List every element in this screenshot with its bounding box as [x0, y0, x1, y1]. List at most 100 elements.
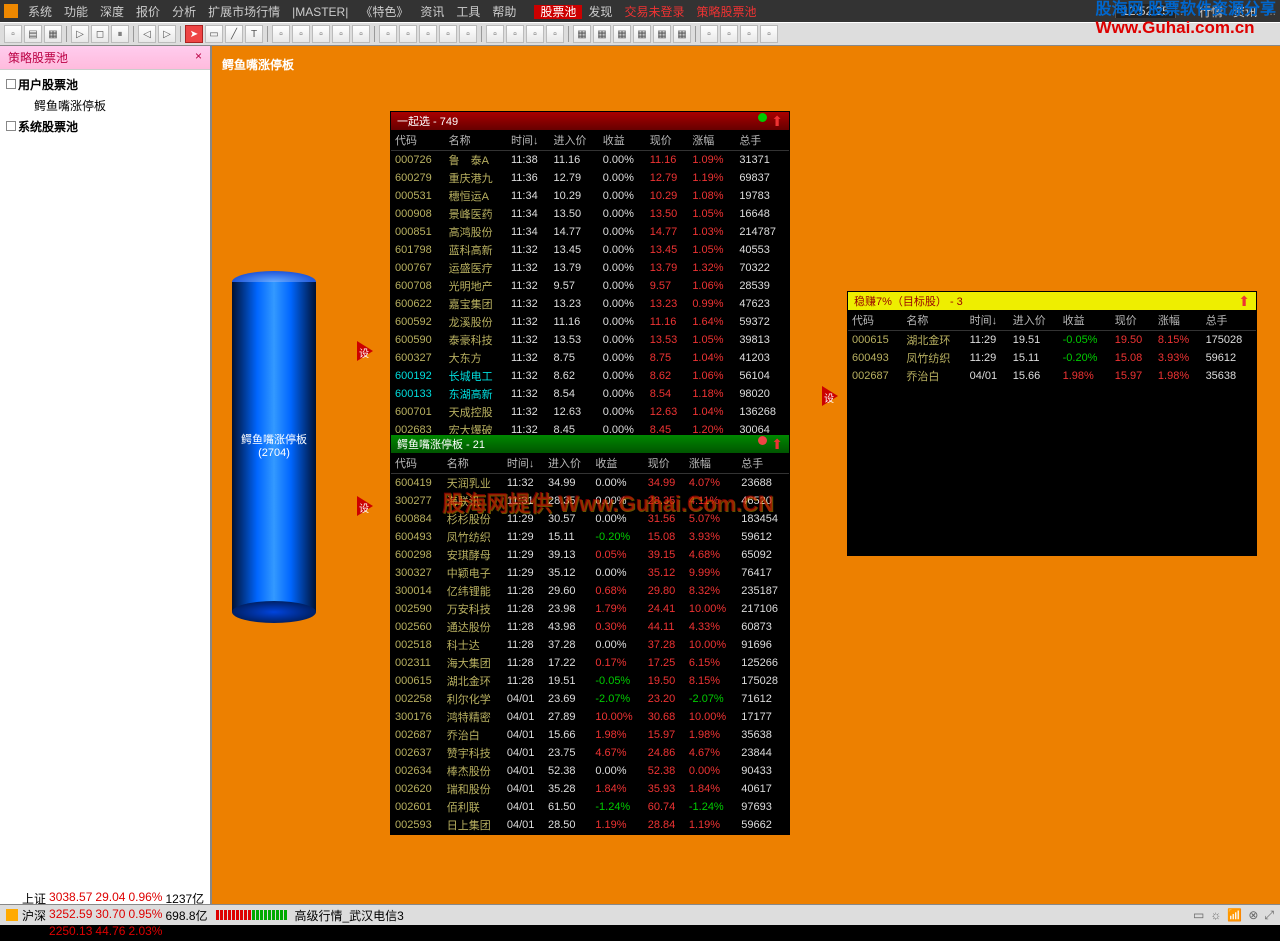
tool-j[interactable]: ▫: [459, 25, 477, 43]
table-row[interactable]: 600327大东方11:328.750.00%8.751.04%41203: [391, 349, 789, 367]
table-row[interactable]: 000531穗恒运A11:3410.290.00%10.291.08%19783: [391, 187, 789, 205]
tool-new[interactable]: ▫: [4, 25, 22, 43]
tool-n[interactable]: ▫: [546, 25, 564, 43]
table-row[interactable]: 600133东湖高新11:328.540.00%8.541.18%98020: [391, 385, 789, 403]
table-row[interactable]: 300277海联讯11:3128.350.00%28.354.11%46520: [391, 492, 789, 510]
table-row[interactable]: 000851高鸿股份11:3414.770.00%14.771.03%21478…: [391, 223, 789, 241]
col-header[interactable]: 时间↓: [507, 130, 550, 151]
col-header[interactable]: 名称: [443, 453, 503, 474]
arrow-up-icon[interactable]: ⬆: [1238, 293, 1250, 310]
tool-a[interactable]: ▫: [272, 25, 290, 43]
col-header[interactable]: 收益: [599, 130, 646, 151]
tool-m[interactable]: ▫: [526, 25, 544, 43]
tree-child-strategy[interactable]: 鳄鱼嘴涨停板: [4, 95, 206, 116]
table-row[interactable]: 002634棒杰股份04/0152.380.00%52.380.00%90433: [391, 762, 789, 780]
sb-sun-icon[interactable]: ☼: [1210, 908, 1221, 922]
table-row[interactable]: 600192长城电工11:328.620.00%8.621.06%56104: [391, 367, 789, 385]
col-header[interactable]: 名称: [445, 130, 507, 151]
table-row[interactable]: 000615湖北金环11:2919.51-0.05%19.508.15%1750…: [848, 331, 1256, 350]
sb-chat-icon[interactable]: ▭: [1193, 908, 1204, 922]
table-row[interactable]: 600493凤竹纺织11:2915.11-0.20%15.083.93%5961…: [391, 528, 789, 546]
arrow-up-icon[interactable]: ⬆: [771, 113, 783, 130]
connector-tri-3[interactable]: [822, 386, 838, 406]
tool-rect[interactable]: ▭: [205, 25, 223, 43]
menu-item[interactable]: 扩展市场行情: [202, 5, 286, 19]
arrow-up-icon[interactable]: ⬆: [771, 436, 783, 453]
menu-item[interactable]: 工具: [450, 5, 486, 19]
tool-pause[interactable]: ⏸: [111, 25, 129, 43]
menu-item[interactable]: 功能: [58, 5, 94, 19]
tool-o[interactable]: ▫: [700, 25, 718, 43]
source-cylinder[interactable]: 鳄鱼嘴涨停板(2704): [232, 271, 316, 623]
menu-item[interactable]: 资讯: [414, 5, 450, 19]
panel2-header[interactable]: 鳄鱼嘴涨停板 - 21 ⬆: [391, 435, 789, 453]
index-item[interactable]: 沪深3252.59 30.700.95% 698.8亿: [22, 907, 208, 924]
col-header[interactable]: 进入价: [550, 130, 599, 151]
tool-pointer[interactable]: ➤: [185, 25, 203, 43]
table-row[interactable]: 002311海大集团11:2817.220.17%17.256.15%12526…: [391, 654, 789, 672]
menu-item[interactable]: 《特色》: [354, 5, 414, 19]
table-row[interactable]: 300327中颖电子11:2935.120.00%35.129.99%76417: [391, 564, 789, 582]
tool-l[interactable]: ▫: [506, 25, 524, 43]
tool-r[interactable]: ▫: [760, 25, 778, 43]
col-header[interactable]: 时间↓: [503, 453, 544, 474]
col-header[interactable]: 总手: [1202, 310, 1256, 331]
table-row[interactable]: 000726鲁 泰A11:3811.160.00%11.161.09%31371: [391, 151, 789, 170]
menu-item[interactable]: 深度: [94, 5, 130, 19]
tool-i[interactable]: ▫: [439, 25, 457, 43]
table-row[interactable]: 600419天润乳业11:3234.990.00%34.994.07%23688: [391, 474, 789, 493]
table-row[interactable]: 002620瑞和股份04/0135.281.84%35.931.84%40617: [391, 780, 789, 798]
col-header[interactable]: 进入价: [1009, 310, 1059, 331]
tool-d[interactable]: ▫: [332, 25, 350, 43]
panel3-header[interactable]: 稳赚7%（目标股） - 3 ⬆: [848, 292, 1256, 310]
tool-next[interactable]: ▷: [158, 25, 176, 43]
menu-item[interactable]: 策略股票池: [690, 5, 762, 19]
table-row[interactable]: 300176鸿特精密04/0127.8910.00%30.6810.00%171…: [391, 708, 789, 726]
tool-save[interactable]: ▦: [44, 25, 62, 43]
menu-item[interactable]: 报价: [130, 5, 166, 19]
tool-grid4[interactable]: ▦: [633, 25, 651, 43]
tool-b[interactable]: ▫: [292, 25, 310, 43]
tool-text[interactable]: T: [245, 25, 263, 43]
tool-prev[interactable]: ◁: [138, 25, 156, 43]
table-row[interactable]: 600701天成控股11:3212.630.00%12.631.04%13626…: [391, 403, 789, 421]
index-item[interactable]: 创业2250.13 44.762.03% 570.6亿: [22, 924, 208, 941]
col-header[interactable]: 收益: [1059, 310, 1111, 331]
col-header[interactable]: 现价: [1111, 310, 1154, 331]
index-item[interactable]: 上证3038.57 29.040.96% 1237亿: [22, 890, 208, 907]
table-row[interactable]: 002637赞宇科技04/0123.754.67%24.864.67%23844: [391, 744, 789, 762]
connector-tri-1[interactable]: [357, 341, 373, 361]
col-header[interactable]: 涨幅: [685, 453, 737, 474]
tool-grid6[interactable]: ▦: [673, 25, 691, 43]
table-row[interactable]: 600298安琪酵母11:2939.130.05%39.154.68%65092: [391, 546, 789, 564]
tool-stop[interactable]: ◻: [91, 25, 109, 43]
tree-user-pool[interactable]: 用户股票池: [4, 74, 206, 95]
table-row[interactable]: 002687乔治白04/0115.661.98%15.971.98%35638: [391, 726, 789, 744]
table-row[interactable]: 002560通达股份11:2843.980.30%44.114.33%60873: [391, 618, 789, 636]
tool-grid1[interactable]: ▦: [573, 25, 591, 43]
col-header[interactable]: 进入价: [544, 453, 591, 474]
col-header[interactable]: 涨幅: [688, 130, 735, 151]
menu-item[interactable]: 股票池: [534, 5, 582, 19]
menu-item[interactable]: 发现: [582, 5, 618, 19]
menu-item[interactable]: 分析: [166, 5, 202, 19]
col-header[interactable]: 时间↓: [966, 310, 1009, 331]
col-header[interactable]: 涨幅: [1154, 310, 1202, 331]
tool-e[interactable]: ▫: [352, 25, 370, 43]
sb-signal-icon[interactable]: 📶: [1227, 908, 1242, 922]
col-header[interactable]: 总手: [737, 453, 789, 474]
table-row[interactable]: 000908景峰医药11:3413.500.00%13.501.05%16648: [391, 205, 789, 223]
table-row[interactable]: 002601佰利联04/0161.50-1.24%60.74-1.24%9769…: [391, 798, 789, 816]
table-row[interactable]: 002518科士达11:2837.280.00%37.2810.00%91696: [391, 636, 789, 654]
tool-q[interactable]: ▫: [740, 25, 758, 43]
tool-c[interactable]: ▫: [312, 25, 330, 43]
table-row[interactable]: 601798蓝科高新11:3213.450.00%13.451.05%40553: [391, 241, 789, 259]
col-header[interactable]: 现价: [644, 453, 685, 474]
menu-item[interactable]: 交易未登录: [618, 5, 690, 19]
tool-grid2[interactable]: ▦: [593, 25, 611, 43]
table-row[interactable]: 002687乔治白04/0115.661.98%15.971.98%35638: [848, 367, 1256, 385]
col-header[interactable]: 代码: [391, 453, 443, 474]
table-row[interactable]: 600592龙溪股份11:3211.160.00%11.161.64%59372: [391, 313, 789, 331]
connector-tri-2[interactable]: [357, 496, 373, 516]
panel1-header[interactable]: 一起选 - 749 ⬆: [391, 112, 789, 130]
